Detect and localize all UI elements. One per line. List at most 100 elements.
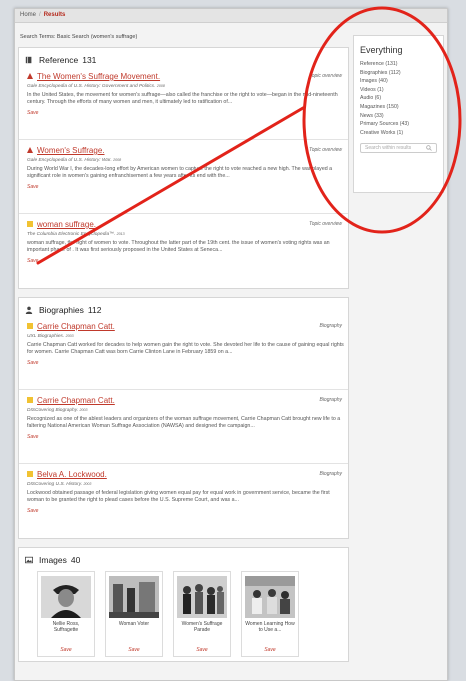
magnifier-icon[interactable] bbox=[426, 145, 432, 152]
save-link[interactable]: Save bbox=[27, 258, 340, 264]
result-source: Gale Encyclopedia of U.S. History: War. … bbox=[27, 158, 340, 163]
image-caption: Women's Suffrage Parade bbox=[181, 621, 223, 633]
search-terms-label: Search Terms: Basic Search (women's suff… bbox=[20, 34, 138, 40]
save-link[interactable]: Save bbox=[174, 647, 230, 653]
biographies-section-title: Biographies bbox=[39, 304, 84, 315]
save-link[interactable]: Save bbox=[27, 184, 340, 190]
breadcrumb-current: Results bbox=[43, 12, 66, 18]
result-description: Lockwood obtained passage of federal leg… bbox=[27, 490, 330, 503]
result-type-label: Topic overview bbox=[309, 73, 342, 79]
biography-result: Carrie Chapman Catt. Biography DISCoveri… bbox=[19, 390, 348, 464]
image-caption: Nellie Ross, Suffragette bbox=[52, 621, 80, 633]
biography-icon bbox=[27, 323, 33, 329]
result-source: DISCovering U.S. History. 2003 bbox=[27, 482, 340, 487]
results-main: Reference 131 The Women's Suffrage Movem… bbox=[18, 47, 349, 670]
image-card[interactable]: Women's Suffrage Parade Save bbox=[173, 571, 231, 657]
biography-icon bbox=[27, 397, 33, 403]
reference-result-title-link[interactable]: The Women's Suffrage Movement. bbox=[37, 72, 160, 81]
reference-section-header: Reference 131 bbox=[19, 48, 348, 66]
images-row: Nellie Ross, Suffragette Save Woman Vote… bbox=[19, 566, 348, 661]
image-card[interactable]: Woman Voter Save bbox=[105, 571, 163, 657]
biographies-count: 112 bbox=[87, 304, 102, 315]
reference-section-title: Reference bbox=[39, 54, 79, 65]
save-link[interactable]: Save bbox=[38, 647, 94, 653]
topic-overview-icon bbox=[27, 73, 33, 79]
breadcrumb-separator: / bbox=[39, 12, 41, 18]
person-icon bbox=[25, 306, 33, 314]
image-caption: Women Learning How to Use a... bbox=[245, 621, 295, 633]
result-description: During World War I, the decades-long eff… bbox=[27, 166, 333, 179]
result-type-label: Biography bbox=[319, 397, 342, 403]
content-type-filter-panel: Everything Reference (131) Biographies (… bbox=[353, 35, 444, 193]
reference-result: woman suffrage. Topic overview The Colum… bbox=[19, 214, 348, 288]
result-description: In the United States, the movement for w… bbox=[27, 92, 338, 105]
filter-news[interactable]: News (33) bbox=[360, 112, 437, 121]
result-source-year: 2008 bbox=[113, 158, 122, 162]
biographies-section-header: Biographies 112 bbox=[19, 298, 348, 316]
filter-reference[interactable]: Reference (131) bbox=[360, 60, 437, 69]
reference-count: 131 bbox=[82, 54, 97, 65]
result-source: Gale Encyclopedia of U.S. History: Gover… bbox=[27, 84, 340, 89]
biography-result: Carrie Chapman Catt. Biography UXL Biogr… bbox=[19, 316, 348, 390]
image-card[interactable]: Nellie Ross, Suffragette Save bbox=[37, 571, 95, 657]
results-page: Home / Results Search Terms: Basic Search … bbox=[14, 8, 448, 681]
result-source-title: Gale Encyclopedia of U.S. History: War. bbox=[27, 158, 112, 163]
reference-result: The Women's Suffrage Movement. Topic ove… bbox=[19, 66, 348, 140]
search-within-results-placeholder: Search within results bbox=[365, 145, 412, 152]
save-link[interactable]: Save bbox=[242, 647, 298, 653]
filter-primary-sources[interactable]: Primary Sources (43) bbox=[360, 120, 437, 129]
save-link[interactable]: Save bbox=[106, 647, 162, 653]
save-link[interactable]: Save bbox=[27, 508, 340, 514]
save-link[interactable]: Save bbox=[27, 434, 340, 440]
result-source-year: 2003 bbox=[79, 408, 88, 412]
images-section-header: Images 40 bbox=[19, 548, 348, 566]
result-source-title: UXL Biographies. bbox=[27, 334, 65, 339]
result-source-year: 2003 bbox=[83, 482, 92, 486]
filter-panel-title[interactable]: Everything bbox=[360, 45, 437, 55]
result-source-year: 2013 bbox=[116, 232, 125, 236]
voter-thumbnail[interactable] bbox=[109, 576, 159, 618]
filter-images[interactable]: Images (40) bbox=[360, 77, 437, 86]
image-card[interactable]: Women Learning How to Use a... Save bbox=[241, 571, 299, 657]
result-type-label: Topic overview bbox=[309, 221, 342, 227]
result-source: The Columbia Electronic Encyclopedia™. 2… bbox=[27, 232, 340, 237]
biography-icon bbox=[27, 471, 33, 477]
parade-thumbnail[interactable] bbox=[177, 576, 227, 618]
filter-magazines[interactable]: Magazines (150) bbox=[360, 103, 437, 112]
filter-audio[interactable]: Audio (6) bbox=[360, 94, 437, 103]
book-icon bbox=[25, 56, 32, 63]
save-link[interactable]: Save bbox=[27, 110, 340, 116]
result-source: UXL Biographies. 2003 bbox=[27, 334, 340, 339]
reference-result-title-link[interactable]: Women's Suffrage. bbox=[37, 146, 105, 155]
filter-creative-works[interactable]: Creative Works (1) bbox=[360, 129, 437, 138]
image-icon bbox=[25, 556, 33, 563]
result-source: DISCovering Biography. 2003 bbox=[27, 408, 340, 413]
save-link[interactable]: Save bbox=[27, 360, 340, 366]
topic-square-icon bbox=[27, 221, 33, 227]
women-learning-thumbnail[interactable] bbox=[245, 576, 295, 618]
search-within-results-input[interactable]: Search within results bbox=[360, 143, 437, 154]
result-source-year: 2008 bbox=[156, 84, 165, 88]
portrait-thumbnail[interactable] bbox=[41, 576, 91, 618]
result-source-title: Gale Encyclopedia of U.S. History: Gover… bbox=[27, 84, 156, 89]
result-source-year: 2003 bbox=[65, 334, 74, 338]
image-caption: Woman Voter bbox=[118, 621, 150, 627]
result-description: Carrie Chapman Catt worked for decades t… bbox=[27, 342, 344, 355]
biographies-section: Biographies 112 Carrie Chapman Catt. Bio… bbox=[18, 297, 349, 539]
topic-overview-icon bbox=[27, 147, 33, 153]
filter-videos[interactable]: Videos (1) bbox=[360, 86, 437, 95]
images-section: Images 40 Nellie Ross, Suffragette Save … bbox=[18, 547, 349, 662]
result-description: Recognized as one of the ablest leaders … bbox=[27, 416, 341, 429]
reference-result-title-link[interactable]: woman suffrage. bbox=[37, 220, 96, 229]
result-source-title: DISCovering U.S. History. bbox=[27, 482, 83, 487]
breadcrumb-home-link[interactable]: Home bbox=[20, 12, 36, 18]
biography-result-title-link[interactable]: Carrie Chapman Catt. bbox=[37, 396, 115, 405]
result-source-title: The Columbia Electronic Encyclopedia™. bbox=[27, 232, 116, 237]
result-source-title: DISCovering Biography. bbox=[27, 408, 79, 413]
result-type-label: Topic overview bbox=[309, 147, 342, 153]
biography-result-title-link[interactable]: Belva A. Lockwood. bbox=[37, 470, 107, 479]
biography-result-title-link[interactable]: Carrie Chapman Catt. bbox=[37, 322, 115, 331]
result-type-label: Biography bbox=[319, 471, 342, 477]
biography-result: Belva A. Lockwood. Biography DISCovering… bbox=[19, 464, 348, 538]
filter-biographies[interactable]: Biographies (112) bbox=[360, 69, 437, 78]
